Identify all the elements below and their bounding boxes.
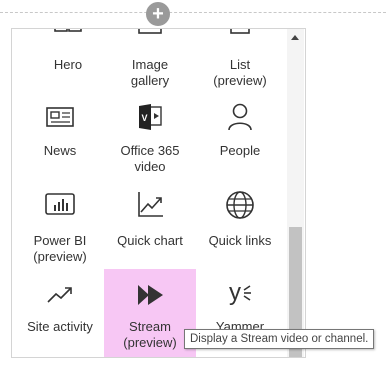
tile-site-activity[interactable]: Site activity <box>14 269 106 355</box>
add-section-button[interactable]: + <box>146 2 170 26</box>
hero-icon <box>22 29 114 47</box>
quick-chart-icon <box>104 189 196 221</box>
power-bi-icon <box>14 189 106 221</box>
tile-label: Image gallery <box>130 57 170 88</box>
quick-links-icon <box>194 189 286 221</box>
tile-quick-links[interactable]: Quick links <box>194 189 286 275</box>
tile-image-gallery[interactable]: Image gallery <box>104 29 196 101</box>
svg-text:y: y <box>229 279 241 306</box>
tile-label: Quick chart <box>117 233 183 248</box>
section-divider <box>0 12 386 13</box>
webpart-picker-panel: Hero Image gallery List (preview) News V… <box>11 28 306 358</box>
tile-news[interactable]: News <box>14 101 106 187</box>
news-icon <box>14 101 106 133</box>
tile-label: Power BI (preview) <box>33 233 87 264</box>
vertical-scrollbar[interactable] <box>287 29 304 357</box>
office-365-video-icon: V <box>104 101 196 133</box>
webpart-grid: Hero Image gallery List (preview) News V… <box>12 29 286 357</box>
tile-stream[interactable]: Stream (preview) <box>104 269 196 357</box>
tile-quick-chart[interactable]: Quick chart <box>104 189 196 275</box>
stream-icon <box>104 279 196 311</box>
scroll-up-arrow-icon[interactable] <box>291 35 299 40</box>
list-icon <box>194 29 286 47</box>
tile-label: Hero <box>53 57 83 72</box>
tooltip: Display a Stream video or channel. <box>184 329 375 349</box>
image-gallery-icon <box>104 29 196 47</box>
tile-label: Site activity <box>27 319 93 334</box>
tile-label: List (preview) <box>213 57 267 88</box>
svg-text:V: V <box>142 113 148 123</box>
tile-hero[interactable]: Hero <box>22 29 114 101</box>
tile-label: People <box>219 143 261 158</box>
site-activity-icon <box>14 279 106 311</box>
tile-power-bi[interactable]: Power BI (preview) <box>14 189 106 275</box>
tile-office-365-video[interactable]: V Office 365 video <box>104 101 196 187</box>
yammer-icon: y <box>194 277 286 309</box>
tile-label: Stream (preview) <box>123 319 177 350</box>
tile-label: Quick links <box>208 233 272 248</box>
tile-label: News <box>43 143 77 158</box>
tile-people[interactable]: People <box>194 101 286 187</box>
tile-label: Office 365 video <box>120 143 180 174</box>
tile-list[interactable]: List (preview) <box>194 29 286 101</box>
people-icon <box>194 101 286 133</box>
